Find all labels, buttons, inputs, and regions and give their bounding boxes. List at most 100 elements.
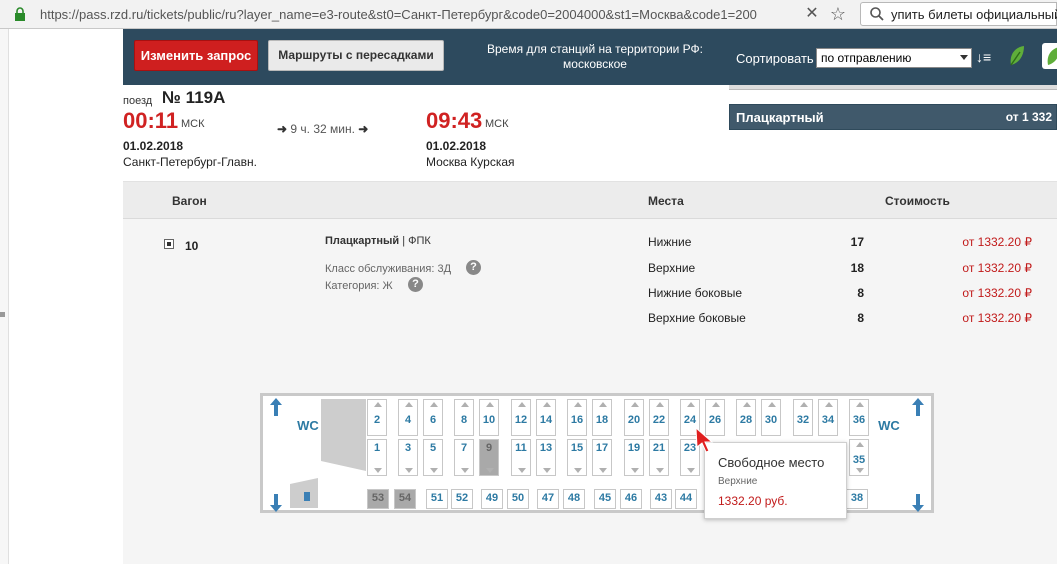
service-class: Класс обслуживания: 3Д <box>325 263 452 275</box>
side-seat[interactable]: 44 <box>675 489 697 509</box>
help-icon[interactable]: ? <box>408 277 423 292</box>
arrow-right-icon: ➜ <box>358 122 369 136</box>
fare-card-previous <box>729 85 1057 90</box>
fare-card-name: Плацкартный <box>736 110 824 125</box>
header-car: Вагон <box>172 194 207 208</box>
seat[interactable]: 13 <box>536 439 556 476</box>
timezone-note: Время для станций на территории РФ: моск… <box>486 42 704 71</box>
search-input[interactable]: упить билеты официальный <box>860 2 1057 26</box>
seat-price: от 1332.20 ₽ <box>962 235 1032 249</box>
seat[interactable]: 6 <box>423 399 443 436</box>
seat[interactable]: 11 <box>511 439 531 476</box>
carrier: ФПК <box>408 235 431 247</box>
seat[interactable]: 3 <box>398 439 418 476</box>
train-label: поезд <box>123 95 153 107</box>
seat-type: Верхние боковые <box>648 311 746 325</box>
seat[interactable]: 15 <box>567 439 587 476</box>
seat[interactable]: 19 <box>624 439 644 476</box>
cursor-icon <box>695 426 714 453</box>
seat[interactable]: 12 <box>511 399 531 436</box>
arrival-station: Москва Курская <box>426 155 515 169</box>
sort-order-icon[interactable]: ↓≡ <box>976 48 991 66</box>
leaf-icon[interactable] <box>1042 43 1057 69</box>
side-seat[interactable]: 52 <box>451 489 473 509</box>
browser-toolbar: https://pass.rzd.ru/tickets/public/ru?la… <box>0 0 1057 29</box>
chevron-down-icon <box>960 55 968 60</box>
seat-count: 18 <box>850 261 864 275</box>
seat[interactable]: 28 <box>736 399 756 436</box>
wc-label: WC <box>878 418 900 433</box>
seat-type: Верхние <box>648 261 696 275</box>
eco-leaf-icon[interactable] <box>1007 43 1027 69</box>
arrow-up-icon <box>270 398 282 416</box>
seat[interactable]: 16 <box>567 399 587 436</box>
departure-time: 00:11 <box>123 108 179 133</box>
side-seat[interactable]: 48 <box>563 489 585 509</box>
arrival-time: 09:43 <box>426 108 483 133</box>
side-seat[interactable]: 50 <box>507 489 529 509</box>
seat[interactable]: 17 <box>592 439 612 476</box>
header-cost: Стоимость <box>885 194 950 208</box>
star-icon[interactable]: ☆ <box>828 4 848 24</box>
side-seat[interactable]: 38 <box>846 489 868 509</box>
seat[interactable]: 20 <box>624 399 644 436</box>
sort-label: Сортировать <box>736 51 814 66</box>
seat-type: Нижние боковые <box>648 286 743 300</box>
help-icon[interactable]: ? <box>466 260 481 275</box>
header-seats: Места <box>648 194 684 208</box>
side-seat[interactable]: 54 <box>394 489 416 509</box>
service-compartment <box>290 478 318 508</box>
seat[interactable]: 1 <box>367 439 387 476</box>
side-seat[interactable]: 45 <box>594 489 616 509</box>
arrow-down-icon <box>270 494 282 512</box>
tooltip-price: 1332.20 руб. <box>718 494 788 508</box>
seat-tooltip: Свободное место Верхние 1332.20 руб. <box>704 442 847 519</box>
side-seat[interactable]: 51 <box>426 489 448 509</box>
close-icon[interactable]: ✕ <box>803 5 821 23</box>
sort-value: по отправлению <box>821 51 912 65</box>
arrow-up-icon <box>912 398 924 416</box>
transfer-routes-button[interactable]: Маршруты с пересадками <box>268 40 444 71</box>
train-number: № 119А <box>162 88 226 107</box>
trip-duration: ➜ 9 ч. 32 мин. ➜ <box>277 122 368 136</box>
seat[interactable]: 30 <box>761 399 781 436</box>
side-seat[interactable]: 46 <box>620 489 642 509</box>
seat-count: 17 <box>850 235 864 249</box>
seat[interactable]: 9 <box>479 439 499 476</box>
car-type: Плацкартный | ФПК <box>325 235 431 247</box>
seat[interactable]: 4 <box>398 399 418 436</box>
edit-request-button[interactable]: Изменить запрос <box>134 40 258 71</box>
side-seat[interactable]: 53 <box>367 489 389 509</box>
seat[interactable]: 18 <box>592 399 612 436</box>
seat[interactable]: 32 <box>793 399 813 436</box>
arrival-timezone: МСК <box>485 118 509 130</box>
car-radio[interactable] <box>164 239 174 249</box>
side-seat[interactable]: 49 <box>481 489 503 509</box>
seat-count: 8 <box>857 311 864 325</box>
seat[interactable]: 34 <box>818 399 838 436</box>
car-number: 10 <box>185 239 199 253</box>
fare-card-platzkart[interactable]: Плацкартный от 1 332 <box>729 104 1057 130</box>
lock-icon <box>15 7 25 21</box>
seat[interactable]: 21 <box>649 439 669 476</box>
left-gutter <box>0 29 9 564</box>
tooltip-subtitle: Верхние <box>718 476 758 487</box>
seat-count: 8 <box>857 286 864 300</box>
seat[interactable]: 5 <box>423 439 443 476</box>
search-text: упить билеты официальный <box>891 7 1057 22</box>
table-header: Вагон Места Стоимость <box>123 182 1057 219</box>
seat[interactable]: 10 <box>479 399 499 436</box>
seat[interactable]: 35 <box>849 439 869 476</box>
seat[interactable]: 8 <box>454 399 474 436</box>
seat[interactable]: 14 <box>536 399 556 436</box>
side-seat[interactable]: 43 <box>650 489 672 509</box>
seat[interactable]: 22 <box>649 399 669 436</box>
seat[interactable]: 7 <box>454 439 474 476</box>
sort-select[interactable]: по отправлению <box>816 48 972 68</box>
departure-timezone: МСК <box>181 118 205 130</box>
departure-station: Санкт-Петербург-Главн. <box>123 155 257 169</box>
seat[interactable]: 2 <box>367 399 387 436</box>
seat[interactable]: 36 <box>849 399 869 436</box>
side-seat[interactable]: 47 <box>537 489 559 509</box>
address-bar[interactable]: https://pass.rzd.ru/tickets/public/ru?la… <box>40 7 780 22</box>
